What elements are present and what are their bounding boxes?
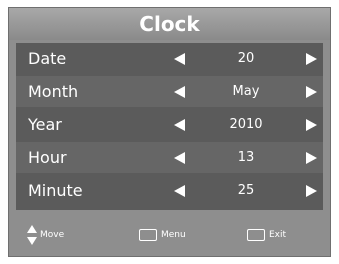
arrow-left-icon[interactable]: [174, 86, 185, 98]
row-minute[interactable]: Minute 25: [16, 175, 323, 206]
arrow-right-icon[interactable]: [306, 53, 317, 65]
menu-label: Menu: [161, 229, 186, 240]
row-value: 25: [237, 183, 255, 198]
row-month[interactable]: Month May: [16, 76, 323, 107]
row-value: 13: [237, 150, 255, 165]
row-label: Year: [28, 115, 62, 134]
row-hour[interactable]: Hour 13: [16, 142, 323, 173]
move-hint: Move: [27, 213, 64, 256]
row-label: Hour: [28, 148, 67, 167]
footer-hints: Move Menu Exit: [9, 213, 330, 256]
arrow-left-icon[interactable]: [174, 53, 185, 65]
clock-osd-window: Clock Date 20 Month May Year 2010 Hour 1…: [8, 7, 331, 257]
row-date[interactable]: Date 20: [16, 43, 323, 74]
arrow-right-icon[interactable]: [306, 152, 317, 164]
settings-panel: Date 20 Month May Year 2010 Hour 13 Minu…: [16, 43, 323, 210]
arrow-right-icon[interactable]: [306, 185, 317, 197]
arrow-left-icon[interactable]: [174, 119, 185, 131]
row-label: Month: [28, 82, 79, 101]
row-label: Date: [28, 49, 67, 68]
up-down-arrows-icon: [27, 224, 37, 245]
row-year[interactable]: Year 2010: [16, 109, 323, 140]
move-label: Move: [40, 229, 65, 240]
arrow-left-icon[interactable]: [174, 152, 185, 164]
exit-key-icon: [247, 228, 265, 241]
arrow-right-icon[interactable]: [306, 86, 317, 98]
row-value: 20: [237, 51, 255, 66]
exit-hint: Exit: [247, 213, 286, 256]
exit-label: Exit: [269, 229, 287, 240]
row-value: May: [232, 84, 260, 99]
arrow-left-icon[interactable]: [174, 185, 185, 197]
menu-title: Clock: [9, 8, 330, 40]
row-label: Minute: [28, 181, 83, 200]
arrow-right-icon[interactable]: [306, 119, 317, 131]
menu-hint: Menu: [139, 213, 186, 256]
row-value: 2010: [229, 117, 263, 132]
menu-key-icon: [139, 228, 157, 241]
